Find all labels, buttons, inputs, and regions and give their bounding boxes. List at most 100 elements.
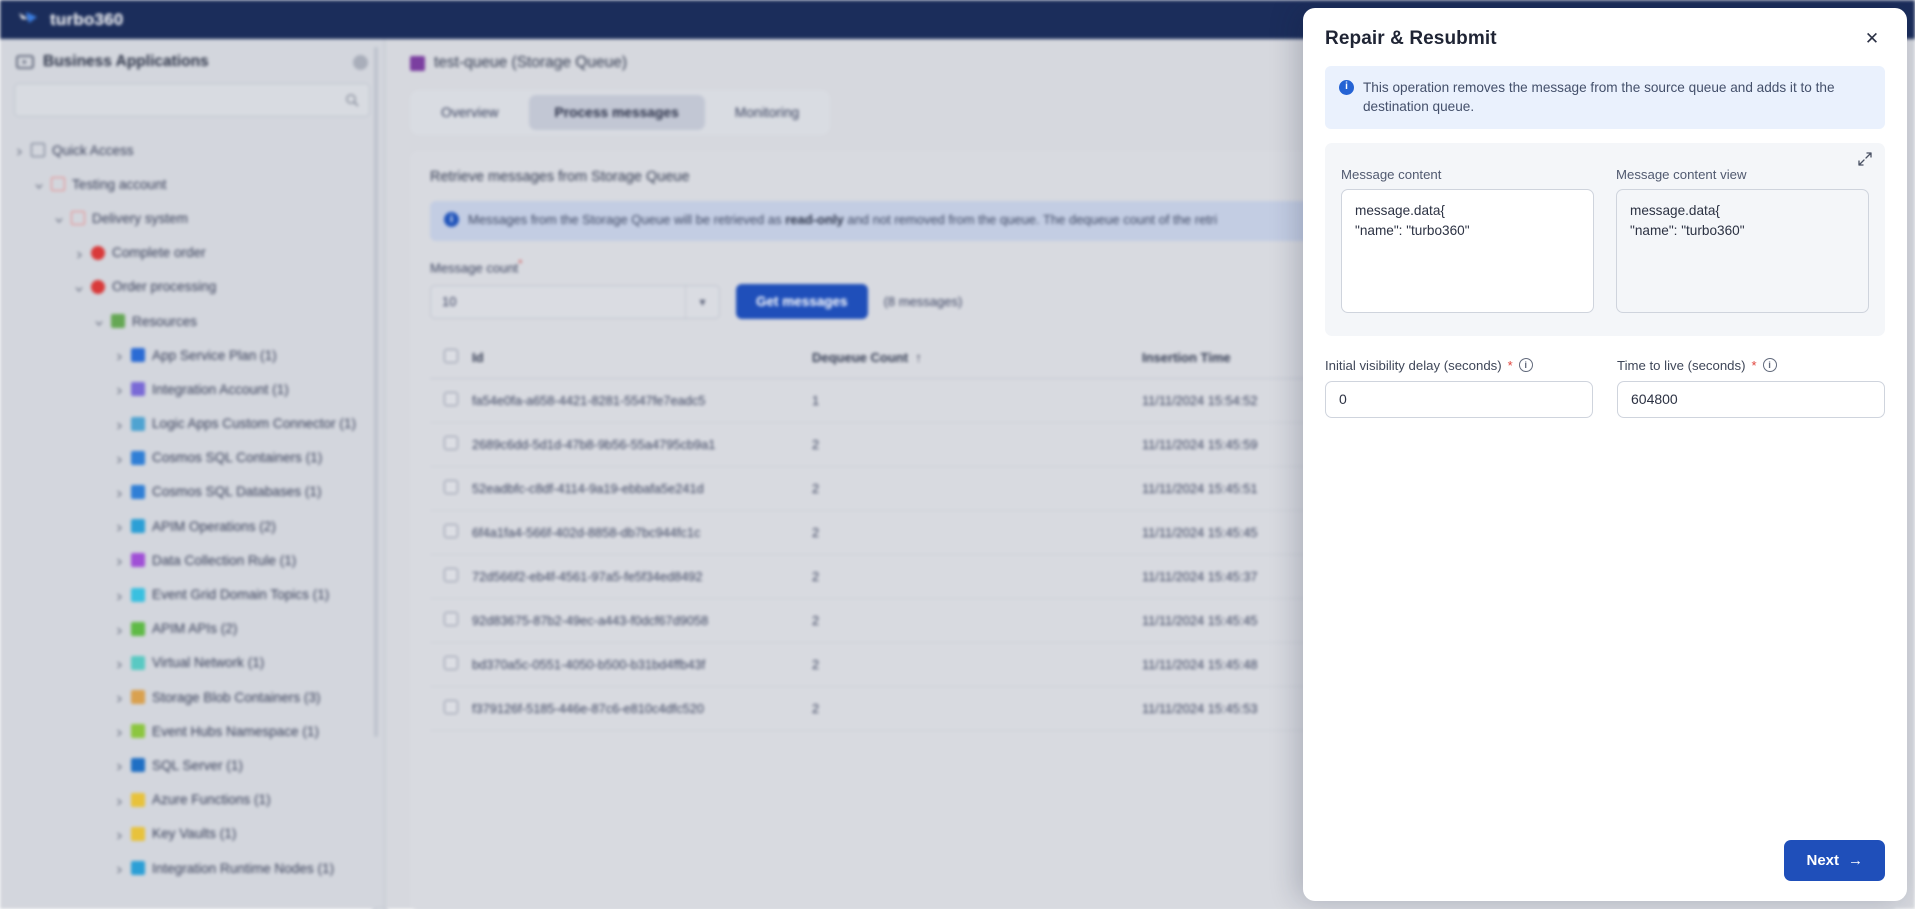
checkbox-icon[interactable] (444, 568, 458, 583)
chevron-right-icon[interactable] (114, 829, 124, 840)
chevron-right-icon[interactable] (114, 624, 124, 635)
sidebar-item-delivery-system[interactable]: Delivery system (0, 201, 384, 235)
chevron-right-icon[interactable] (114, 863, 124, 874)
sidebar-item-label: Data Collection Rule (1) (152, 552, 297, 568)
sidebar-item-data-collection-rule-1[interactable]: Data Collection Rule (1) (0, 543, 384, 577)
checkbox-icon[interactable] (444, 656, 458, 671)
row-checkbox-cell[interactable] (430, 686, 472, 732)
sidebar-item-quick-access[interactable]: Quick Access (0, 133, 384, 167)
cell-dequeue-count: 1 (812, 378, 1142, 424)
repair-resubmit-drawer: Repair & Resubmit ✕ i This operation rem… (1303, 8, 1907, 901)
info-circle-icon[interactable]: i (1762, 358, 1777, 373)
cell-id: 2689c6dd-5d1d-47b8-9b56-55a4795cb9a1 (472, 422, 812, 468)
message-content-view-textarea[interactable] (1616, 188, 1869, 313)
sidebar-item-azure-functions-1[interactable]: Azure Functions (1) (0, 783, 384, 817)
time-to-live-input[interactable] (1617, 380, 1885, 418)
checkbox-icon[interactable] (444, 480, 458, 495)
checkbox-icon[interactable] (444, 436, 458, 451)
checkbox-icon[interactable] (444, 700, 458, 715)
sidebar-item-label: Testing account (72, 176, 167, 192)
sidebar-item-order-processing[interactable]: Order processing (0, 270, 384, 304)
chevron-right-icon[interactable] (14, 145, 24, 156)
sidebar-item-event-hubs-namespace-1[interactable]: Event Hubs Namespace (1) (0, 714, 384, 748)
chevron-right-icon[interactable] (114, 555, 124, 566)
get-messages-button[interactable]: Get messages (736, 284, 868, 320)
chevron-right-icon[interactable] (114, 350, 124, 361)
sidebar-item-cosmos-sql-containers-1[interactable]: Cosmos SQL Containers (1) (0, 441, 384, 475)
sidebar-item-app-service-plan-1[interactable]: App Service Plan (1) (0, 338, 384, 372)
chevron-right-icon[interactable] (114, 692, 124, 703)
row-checkbox-cell[interactable] (430, 422, 472, 468)
checkbox-icon[interactable] (444, 612, 458, 627)
sidebar-item-integration-account-1[interactable]: Integration Account (1) (0, 372, 384, 406)
checkbox-icon[interactable] (444, 392, 458, 407)
column-header-id[interactable]: Id (472, 337, 812, 380)
sidebar-item-integration-runtime-nodes-1[interactable]: Integration Runtime Nodes (1) (0, 851, 384, 885)
search-input[interactable] (25, 92, 345, 108)
chevron-right-icon[interactable] (114, 658, 124, 669)
sql-server-icon (131, 758, 145, 773)
sidebar-item-apim-apis-2[interactable]: APIM APIs (2) (0, 612, 384, 646)
chevron-right-icon[interactable] (114, 795, 124, 806)
sidebar-item-virtual-network-1[interactable]: Virtual Network (1) (0, 646, 384, 680)
sidebar-item-resources[interactable]: Resources (0, 304, 384, 338)
search-icon (345, 93, 359, 107)
row-checkbox-cell[interactable] (430, 466, 472, 512)
sidebar-item-apim-operations-2[interactable]: APIM Operations (2) (0, 509, 384, 543)
close-icon[interactable]: ✕ (1859, 26, 1885, 52)
chevron-right-icon[interactable] (114, 487, 124, 498)
chevron-down-icon[interactable] (34, 179, 44, 190)
chevron-right-icon[interactable] (74, 248, 84, 259)
chevron-right-icon[interactable] (114, 760, 124, 772)
chevron-right-icon[interactable] (114, 384, 124, 395)
sidebar-item-key-vaults-1[interactable]: Key Vaults (1) (0, 817, 384, 851)
sidebar-item-complete-order[interactable]: Complete order (0, 236, 384, 270)
tab-overview[interactable]: Overview (415, 95, 525, 130)
data-collection-rule-icon (131, 553, 145, 568)
status-dot-icon (91, 245, 105, 260)
sidebar-item-logic-apps-custom-connector-1[interactable]: Logic Apps Custom Connector (1) (0, 407, 384, 441)
tab-bar: Overview Process messages Monitoring (410, 90, 831, 135)
integration-account-icon (131, 382, 145, 397)
next-button[interactable]: Next → (1784, 840, 1885, 881)
info-circle-icon[interactable]: i (1518, 358, 1533, 373)
chevron-right-icon[interactable] (114, 453, 124, 464)
sidebar-item-storage-blob-containers-3[interactable]: Storage Blob Containers (3) (0, 680, 384, 714)
initial-visibility-delay-input[interactable] (1325, 380, 1593, 418)
checkbox-icon[interactable] (444, 349, 458, 364)
row-checkbox-cell[interactable] (430, 378, 472, 424)
sidebar-scrollbar[interactable] (374, 47, 378, 737)
stepper-icon[interactable]: ▾ (685, 285, 719, 318)
checkbox-icon[interactable] (444, 524, 458, 539)
message-content-textarea[interactable] (1341, 188, 1594, 313)
row-checkbox-cell[interactable] (430, 642, 472, 688)
tab-process-messages[interactable]: Process messages (528, 95, 705, 130)
chevron-down-icon[interactable] (74, 282, 84, 292)
select-all-cell[interactable] (430, 337, 472, 380)
required-marker: * (1751, 357, 1757, 373)
chevron-right-icon[interactable] (114, 419, 124, 430)
sidebar-search[interactable] (14, 83, 370, 117)
sidebar-item-label: APIM Operations (2) (152, 518, 276, 534)
gear-icon[interactable] (353, 54, 368, 70)
expand-diagonal-icon[interactable] (1857, 151, 1873, 167)
row-checkbox-cell[interactable] (430, 510, 472, 556)
chevron-right-icon[interactable] (114, 726, 124, 737)
message-count-input[interactable]: 10 ▾ (430, 284, 720, 319)
info-icon: i (1339, 80, 1354, 95)
tab-monitoring[interactable]: Monitoring (709, 95, 825, 130)
chevron-right-icon[interactable] (114, 521, 124, 532)
sidebar-item-sql-server-1[interactable]: SQL Server (1) (0, 748, 384, 782)
sidebar-item-label: Resources (132, 313, 197, 329)
sidebar-item-cosmos-sql-databases-1[interactable]: Cosmos SQL Databases (1) (0, 475, 384, 509)
sidebar-item-event-grid-domain-topics-1[interactable]: Event Grid Domain Topics (1) (0, 577, 384, 611)
drawer-title: Repair & Resubmit (1325, 28, 1497, 49)
sidebar-item-testing-account[interactable]: Testing account (0, 167, 384, 201)
row-checkbox-cell[interactable] (430, 554, 472, 600)
chevron-down-icon[interactable] (54, 213, 64, 224)
chevron-down-icon[interactable] (94, 316, 104, 327)
chevron-right-icon[interactable] (114, 590, 124, 601)
column-header-dequeue-count[interactable]: Dequeue Count ↑ (812, 337, 1142, 380)
brand-name: turbo360 (50, 9, 124, 29)
row-checkbox-cell[interactable] (430, 598, 472, 644)
